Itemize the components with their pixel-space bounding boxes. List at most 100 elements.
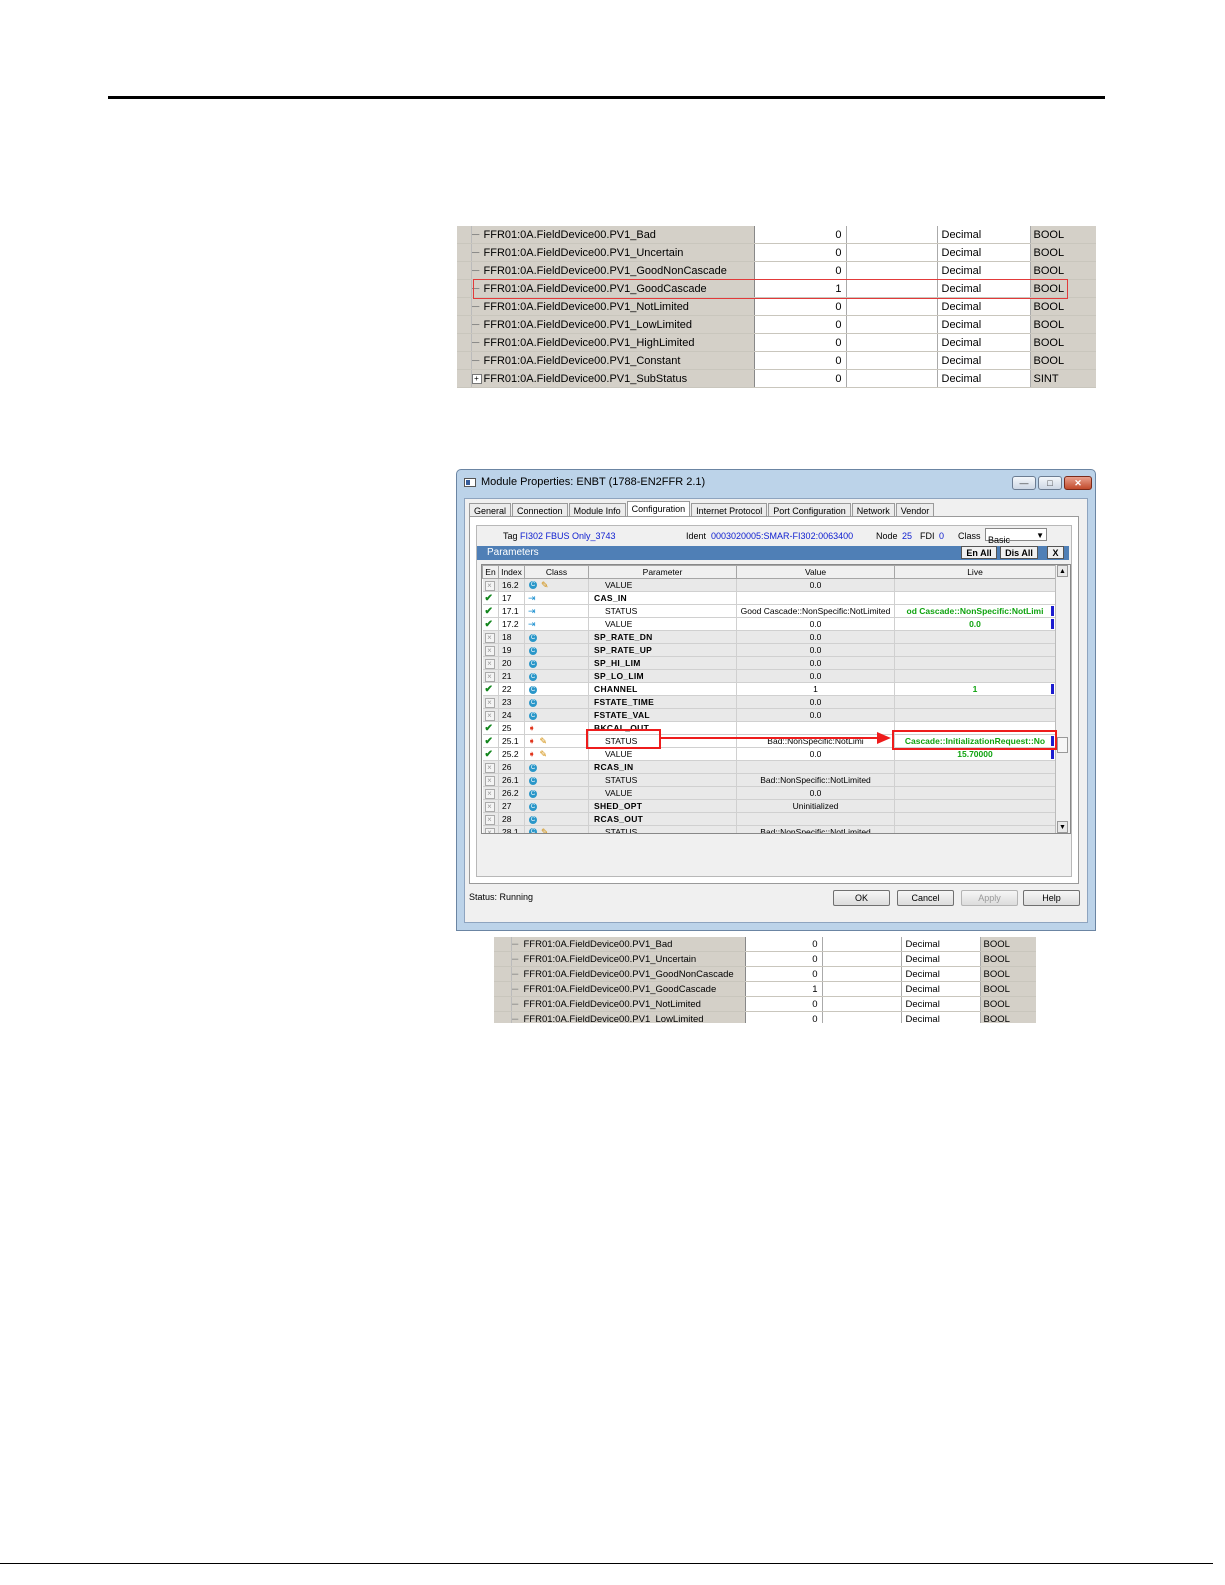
enable-cell[interactable]: ×	[482, 760, 499, 774]
tag-row[interactable]: ─ FFR01:0A.FieldDevice00.PV1_NotLimited 0 D…	[457, 297, 1096, 316]
tag-style[interactable]: Decimal	[937, 243, 1031, 262]
disabled-x-icon[interactable]: ×	[484, 632, 495, 643]
disabled-x-icon[interactable]: ×	[484, 827, 495, 833]
scroll-up-icon[interactable]: ▲	[1057, 565, 1068, 577]
enable-cell[interactable]: ×	[482, 708, 499, 722]
enable-cell[interactable]: ✔	[482, 721, 499, 735]
close-window-button[interactable]: ✕	[1064, 476, 1092, 490]
tag-value[interactable]: 0	[745, 966, 823, 982]
parameter-row[interactable]: ✔ 25 ➧ BKCAL_OUT	[482, 721, 1056, 735]
parameter-value[interactable]: 0.0	[736, 578, 895, 592]
enable-cell[interactable]: ✔	[482, 604, 499, 618]
tag-style[interactable]: Decimal	[937, 226, 1031, 244]
tag-style[interactable]: Decimal	[937, 369, 1031, 388]
enable-cell[interactable]: ✔	[482, 617, 499, 631]
enable-cell[interactable]: ×	[482, 773, 499, 787]
tag-style[interactable]: Decimal	[937, 351, 1031, 370]
disabled-x-icon[interactable]: ×	[484, 788, 495, 799]
tag-row[interactable]: ─ FFR01:0A.FieldDevice00.PV1_LowLimited 0 D…	[494, 1011, 1036, 1023]
parameter-value[interactable]: Bad::NonSpecific::NotLimited	[736, 773, 895, 787]
tag-row[interactable]: ─ FFR01:0A.FieldDevice00.PV1_NotLimited 0 D…	[494, 996, 1036, 1012]
parameter-value[interactable]: 0.0	[736, 630, 895, 644]
enable-cell[interactable]: ×	[482, 786, 499, 800]
parameter-value[interactable]	[736, 721, 895, 735]
disabled-x-icon[interactable]: ×	[484, 671, 495, 682]
parameter-value[interactable]: 0.0	[736, 656, 895, 670]
parameter-row[interactable]: × 26.2 C VALUE 0.0	[482, 786, 1056, 800]
tag-row[interactable]: ─ FFR01:0A.FieldDevice00.PV1_LowLimited 0 D…	[457, 315, 1096, 334]
title-bar[interactable]: Module Properties: ENBT (1788-EN2FFR 2.1…	[457, 470, 1095, 496]
tag-value[interactable]: 0	[745, 951, 823, 967]
parameter-row[interactable]: × 27 C SHED_OPT Uninitialized	[482, 799, 1056, 813]
parameter-value[interactable]	[736, 812, 895, 826]
enable-cell[interactable]: ×	[482, 643, 499, 657]
tag-style[interactable]: Decimal	[937, 333, 1031, 352]
tag-value[interactable]: 0	[754, 297, 847, 316]
parameter-value[interactable]: Good Cascade::NonSpecific:NotLimited	[736, 604, 895, 618]
disabled-x-icon[interactable]: ×	[484, 801, 495, 812]
parameter-row[interactable]: × 28 C RCAS_OUT	[482, 812, 1056, 826]
scroll-down-icon[interactable]: ▼	[1057, 821, 1068, 833]
column-header-index[interactable]: Index	[498, 565, 525, 579]
tag-value[interactable]: 0	[745, 1011, 823, 1023]
tag-style[interactable]: Decimal	[937, 297, 1031, 316]
disabled-x-icon[interactable]: ×	[484, 762, 495, 773]
parameter-row[interactable]: × 20 C SP_HI_LIM 0.0	[482, 656, 1056, 670]
enabled-check-icon[interactable]: ✔	[485, 736, 495, 747]
expand-plus-icon[interactable]: +	[471, 373, 482, 384]
parameter-value[interactable]: Uninitialized	[736, 799, 895, 813]
enable-cell[interactable]: ✔	[482, 591, 499, 605]
enabled-check-icon[interactable]: ✔	[485, 593, 495, 604]
disabled-x-icon[interactable]: ×	[484, 710, 495, 721]
disabled-x-icon[interactable]: ×	[484, 697, 495, 708]
tag-row[interactable]: ─ FFR01:0A.FieldDevice00.PV1_GoodCascade 1…	[494, 981, 1036, 997]
enabled-check-icon[interactable]: ✔	[485, 606, 495, 617]
tag-row[interactable]: ─ FFR01:0A.FieldDevice00.PV1_Uncertain 0 De…	[457, 243, 1096, 262]
enabled-check-icon[interactable]: ✔	[485, 619, 495, 630]
parameter-row[interactable]: ✔ 22 C CHANNEL 1 1	[482, 682, 1056, 696]
enable-cell[interactable]: ✔	[482, 682, 499, 696]
tag-value[interactable]: 0	[745, 937, 823, 952]
close-params-button[interactable]: X	[1047, 546, 1064, 559]
tag-row[interactable]: ─ FFR01:0A.FieldDevice00.PV1_HighLimited 0…	[457, 333, 1096, 352]
disable-all-button[interactable]: Dis All	[1000, 546, 1038, 559]
parameter-row[interactable]: × 26 C RCAS_IN	[482, 760, 1056, 774]
parameter-value[interactable]: 0.0	[736, 708, 895, 722]
parameter-row[interactable]: ✔ 25.2 ➧ ✎ VALUE 0.0 15.70000	[482, 747, 1056, 761]
parameter-row[interactable]: × 18 C SP_RATE_DN 0.0	[482, 630, 1056, 644]
tag-value[interactable]: 0	[745, 996, 823, 1012]
tag-row[interactable]: ─ FFR01:0A.FieldDevice00.PV1_Uncertain 0 De…	[494, 951, 1036, 967]
disabled-x-icon[interactable]: ×	[484, 658, 495, 669]
apply-button[interactable]: Apply	[961, 890, 1018, 906]
parameter-row[interactable]: × 28.1 C ✎ STATUS Bad::NonSpecific::NotLimite…	[482, 825, 1056, 833]
tag-value[interactable]: 0	[754, 226, 847, 244]
tag-value[interactable]: 0	[754, 315, 847, 334]
enable-cell[interactable]: ×	[482, 669, 499, 683]
ok-button[interactable]: OK	[833, 890, 890, 906]
column-header-value[interactable]: Value	[736, 565, 895, 579]
enabled-check-icon[interactable]: ✔	[485, 749, 495, 760]
parameter-value[interactable]	[736, 591, 895, 605]
tag-row[interactable]: ─ FFR01:0A.FieldDevice00.PV1_Constant 0 Dec…	[457, 351, 1096, 370]
enabled-check-icon[interactable]: ✔	[485, 723, 495, 734]
enabled-check-icon[interactable]: ✔	[485, 684, 495, 695]
tag-row[interactable]: ─ FFR01:0A.FieldDevice00.PV1_GoodCascade 1…	[457, 279, 1096, 298]
tag-style[interactable]: Decimal	[901, 966, 981, 982]
enable-cell[interactable]: ×	[482, 695, 499, 709]
tag-style[interactable]: Decimal	[901, 937, 981, 952]
parameter-value[interactable]: 0.0	[736, 747, 895, 761]
maximize-button[interactable]: □	[1038, 476, 1062, 490]
cancel-button[interactable]: Cancel	[897, 890, 954, 906]
enable-cell[interactable]: ×	[482, 578, 499, 592]
column-header-en[interactable]: En	[482, 565, 499, 579]
tag-value[interactable]: 0	[754, 333, 847, 352]
enable-cell[interactable]: ×	[482, 656, 499, 670]
parameter-row[interactable]: × 16.2 C ✎ VALUE 0.0	[482, 578, 1056, 592]
scroll-thumb[interactable]	[1057, 737, 1068, 753]
parameter-value[interactable]	[736, 760, 895, 774]
tag-style[interactable]: Decimal	[901, 981, 981, 997]
parameter-row[interactable]: × 26.1 C STATUS Bad::NonSpecific::NotLimited	[482, 773, 1056, 787]
enable-cell[interactable]: ✔	[482, 734, 499, 748]
help-button[interactable]: Help	[1023, 890, 1080, 906]
enable-cell[interactable]: ×	[482, 812, 499, 826]
